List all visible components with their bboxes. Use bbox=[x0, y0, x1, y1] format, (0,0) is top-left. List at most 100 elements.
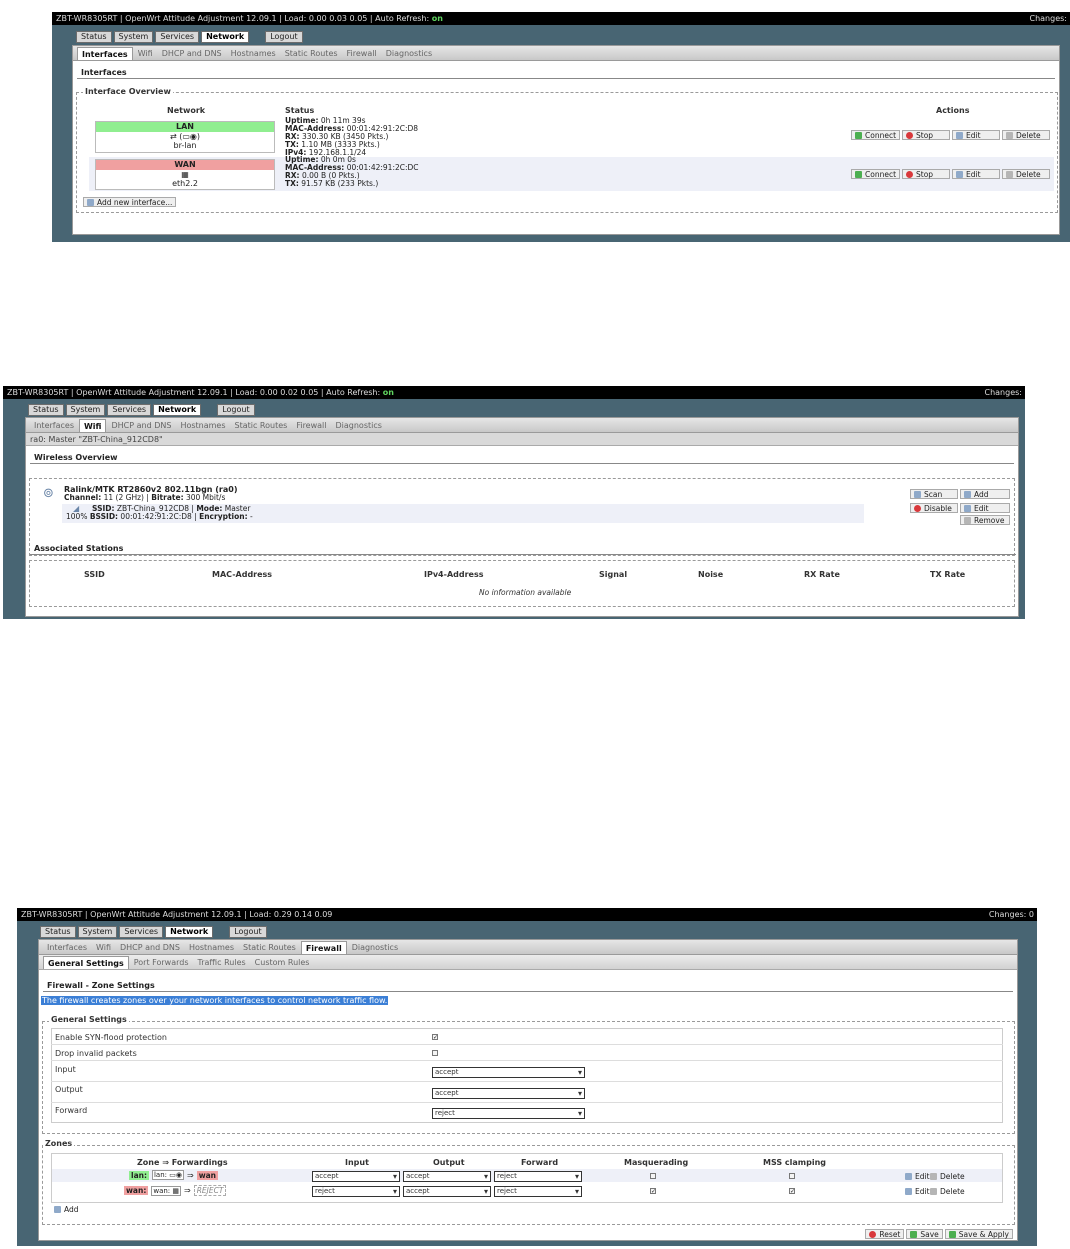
menu-network[interactable]: Network bbox=[165, 926, 214, 938]
zone-lan-delete-button[interactable]: Delete bbox=[929, 1172, 966, 1181]
reset-button[interactable]: Reset bbox=[865, 1229, 905, 1239]
screenshot-firewall: ZBT-WR8305RT | OpenWrt Attitude Adjustme… bbox=[17, 908, 1037, 1246]
tab-hostnames[interactable]: Hostnames bbox=[176, 419, 229, 432]
zone-add-button[interactable]: Add bbox=[51, 1204, 82, 1214]
delete-icon bbox=[1006, 170, 1014, 178]
wan-edit-button[interactable]: Edit bbox=[952, 169, 1001, 179]
wireless-radio-icon: ⊚ bbox=[43, 486, 54, 501]
tab-dhcp[interactable]: DHCP and DNS bbox=[116, 941, 184, 954]
menu-network[interactable]: Network bbox=[153, 404, 202, 416]
changes-indicator[interactable]: Changes: 0 bbox=[989, 908, 1034, 921]
menu-services[interactable]: Services bbox=[107, 404, 152, 416]
lan-edit-button[interactable]: Edit bbox=[952, 130, 1001, 140]
col-output: Output bbox=[433, 1158, 465, 1167]
output-select[interactable]: accept bbox=[432, 1088, 585, 1099]
subtab-custom-rules[interactable]: Custom Rules bbox=[251, 956, 314, 969]
tab-wifi[interactable]: Wifi bbox=[134, 47, 157, 60]
changes-indicator[interactable]: Changes: bbox=[985, 386, 1023, 399]
tab-interfaces[interactable]: Interfaces bbox=[30, 419, 78, 432]
col-mac: MAC-Address bbox=[212, 570, 273, 579]
zone-lan-input-select[interactable]: accept bbox=[312, 1171, 400, 1182]
subtab-general-settings[interactable]: General Settings bbox=[43, 956, 129, 969]
tab-diagnostics[interactable]: Diagnostics bbox=[332, 419, 386, 432]
zone-wan-input-select[interactable]: reject bbox=[312, 1186, 400, 1197]
save-icon bbox=[910, 1230, 918, 1238]
input-select[interactable]: accept bbox=[432, 1067, 585, 1078]
menu-status[interactable]: Status bbox=[28, 404, 64, 416]
wan-delete-button[interactable]: Delete bbox=[1002, 169, 1051, 179]
menu-services[interactable]: Services bbox=[155, 31, 200, 43]
lan-status: Uptime: 0h 11m 39s MAC-Address: 00:01:42… bbox=[285, 116, 419, 157]
zone-wan-delete-button[interactable]: Delete bbox=[929, 1187, 966, 1196]
menu-logout[interactable]: Logout bbox=[265, 31, 303, 43]
zone-lan-masquerading-checkbox[interactable] bbox=[650, 1173, 656, 1179]
forward-label: Forward bbox=[55, 1106, 88, 1115]
edit-button[interactable]: Edit bbox=[960, 503, 1010, 513]
tab-dhcp[interactable]: DHCP and DNS bbox=[158, 47, 226, 60]
disable-button[interactable]: Disable bbox=[910, 503, 958, 513]
menu-system[interactable]: System bbox=[65, 404, 106, 416]
subtab-traffic-rules[interactable]: Traffic Rules bbox=[194, 956, 250, 969]
menu-network[interactable]: Network bbox=[201, 31, 250, 43]
tab-static-routes[interactable]: Static Routes bbox=[239, 941, 300, 954]
zone-lan-mss-checkbox[interactable] bbox=[789, 1173, 795, 1179]
zone-wan-forwarding: wan: wan: ▦ ⇒ REJECT bbox=[124, 1185, 227, 1196]
tab-static-routes[interactable]: Static Routes bbox=[281, 47, 342, 60]
wan-status: Uptime: 0h 0m 0s MAC-Address: 00:01:42:9… bbox=[285, 155, 419, 188]
zone-wan-mss-checkbox[interactable]: ✓ bbox=[789, 1188, 795, 1195]
tab-hostnames[interactable]: Hostnames bbox=[185, 941, 238, 954]
zone-lan-output-select[interactable]: accept bbox=[403, 1171, 491, 1182]
menu-services[interactable]: Services bbox=[119, 926, 164, 938]
lan-connect-button[interactable]: Connect bbox=[851, 130, 901, 140]
tab-hostnames[interactable]: Hostnames bbox=[227, 47, 280, 60]
tab-static-routes[interactable]: Static Routes bbox=[231, 419, 292, 432]
syn-flood-checkbox[interactable]: ✓ bbox=[432, 1034, 438, 1041]
changes-indicator[interactable]: Changes: bbox=[1030, 12, 1068, 25]
col-status: Status bbox=[285, 106, 315, 115]
remove-button[interactable]: Remove bbox=[960, 515, 1010, 525]
lan-stop-button[interactable]: Stop bbox=[902, 130, 951, 140]
zone-wan-forward-select[interactable]: reject bbox=[494, 1186, 582, 1197]
zone-lan-forward-select[interactable]: reject bbox=[494, 1171, 582, 1182]
delete-icon bbox=[930, 1188, 937, 1195]
menu-status[interactable]: Status bbox=[40, 926, 76, 938]
lan-delete-button[interactable]: Delete bbox=[1002, 130, 1051, 140]
save-button[interactable]: Save bbox=[906, 1229, 943, 1239]
tab-firewall[interactable]: Firewall bbox=[300, 941, 347, 954]
wan-connect-button[interactable]: Connect bbox=[851, 169, 901, 179]
tab-wifi[interactable]: Wifi bbox=[92, 941, 115, 954]
menu-logout[interactable]: Logout bbox=[229, 926, 267, 938]
menu-logout[interactable]: Logout bbox=[217, 404, 255, 416]
tab-firewall[interactable]: Firewall bbox=[343, 47, 381, 60]
tab-dhcp[interactable]: DHCP and DNS bbox=[107, 419, 175, 432]
tab-diagnostics[interactable]: Diagnostics bbox=[382, 47, 436, 60]
tab-interfaces[interactable]: Interfaces bbox=[43, 941, 91, 954]
edit-icon bbox=[956, 131, 964, 139]
menu-status[interactable]: Status bbox=[76, 31, 112, 43]
menu-system[interactable]: System bbox=[113, 31, 154, 43]
subtab-port-forwards[interactable]: Port Forwards bbox=[130, 956, 193, 969]
zone-wan-masquerading-checkbox[interactable]: ✓ bbox=[650, 1188, 656, 1195]
menu-system[interactable]: System bbox=[77, 926, 118, 938]
scan-icon bbox=[914, 490, 921, 498]
remove-icon bbox=[964, 516, 971, 524]
col-forward: Forward bbox=[521, 1158, 559, 1167]
wifi-subheader[interactable]: ra0: Master "ZBT-China_912CD8" bbox=[26, 433, 1018, 446]
add-button[interactable]: Add bbox=[960, 489, 1010, 499]
tab-interfaces[interactable]: Interfaces bbox=[77, 47, 133, 60]
tab-firewall[interactable]: Firewall bbox=[292, 419, 330, 432]
add-interface-button[interactable]: Add new interface... bbox=[83, 197, 177, 207]
drop-invalid-checkbox[interactable] bbox=[432, 1050, 438, 1056]
zone-wan-edit-button[interactable]: Edit bbox=[904, 1187, 931, 1196]
network-info: SSID: ZBT-China_912CD8 | Mode: Master 10… bbox=[66, 504, 253, 521]
zone-lan-name: lan: bbox=[129, 1170, 149, 1180]
forward-select[interactable]: reject bbox=[432, 1108, 585, 1119]
tab-wifi[interactable]: Wifi bbox=[78, 419, 107, 432]
zone-lan-edit-button[interactable]: Edit bbox=[904, 1172, 931, 1181]
scan-button[interactable]: Scan bbox=[910, 489, 958, 499]
zone-wan-output-select[interactable]: accept bbox=[403, 1186, 491, 1197]
assoc-stations-title: Associated Stations bbox=[30, 541, 1016, 555]
wan-stop-button[interactable]: Stop bbox=[902, 169, 951, 179]
tab-diagnostics[interactable]: Diagnostics bbox=[348, 941, 402, 954]
save-apply-button[interactable]: Save & Apply bbox=[944, 1229, 1013, 1239]
